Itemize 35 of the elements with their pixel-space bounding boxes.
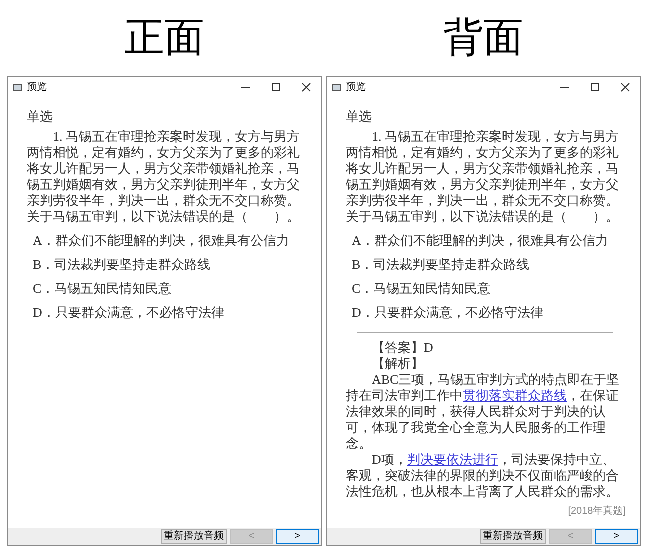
replay-audio-button[interactable]: 重新播放音频 (480, 529, 546, 544)
minimize-icon[interactable] (241, 86, 250, 88)
maximize-icon[interactable] (272, 83, 280, 91)
question-text: 1. 马锡五在审理抢亲案时发现，女方与男方两情相悦，定有婚约，女方父亲为了更多的彩礼将女儿许配另一人，男方父亲带领婚礼抢亲，马锡五判婚姻有效，男方父亲判徒刑半年，女方父亲判劳役半年，判决一出，群众无不交口称赞。关于马锡五审判，以下说法错误的是（ ）。 (346, 129, 620, 225)
replay-audio-button[interactable]: 重新播放音频 (161, 529, 227, 544)
window-icon (13, 84, 22, 90)
window-title: 预览 (346, 80, 366, 94)
minimize-icon[interactable] (560, 86, 569, 88)
maximize-icon[interactable] (591, 83, 599, 91)
close-icon[interactable] (621, 82, 630, 92)
answer-option[interactable]: D．只要群众满意，不必恪守法律 (33, 305, 307, 323)
analysis-paragraph: D项，判决要依法进行，司法要保持中立、客观，突破法律的界限的判决不仅面临严峻的合法性危机，也从根本上背离了人民群众的需求。 (346, 452, 620, 500)
window-title: 预览 (27, 80, 47, 94)
analysis-link[interactable]: 判决要依法进行 (407, 452, 498, 467)
window-icon (332, 84, 341, 90)
question-type-label: 单选 (346, 109, 373, 125)
question-text: 1. 马锡五在审理抢亲案时发现，女方与男方两情相悦，定有婚约，女方父亲为了更多的彩礼将女儿许配另一人，男方父亲带领婚礼抢亲，马锡五判婚姻有效，男方父亲判徒刑半年，女方父亲判劳役半年，判决一出，群众无不交口称赞。关于马锡五审判，以下说法错误的是（ ）。 (27, 129, 301, 225)
answer-option[interactable]: B．司法裁判要坚持走群众路线 (352, 257, 626, 275)
answer-option[interactable]: C．马锡五知民情知民意 (33, 281, 307, 299)
close-icon[interactable] (302, 82, 311, 92)
answer-option[interactable]: B．司法裁判要坚持走群众路线 (33, 257, 307, 275)
answer-option[interactable]: C．马锡五知民情知民意 (352, 281, 626, 299)
analysis-paragraph: ABC三项，马锡五审判方式的特点即在于坚持在司法审判工作中贯彻落实群众路线，在保证法律效果的同时，获得人民群众对于判决的认可，体现了我党全心全意为人民服务的工作理念。 (346, 372, 621, 452)
panel-heading: 背面 (444, 18, 524, 58)
answer-option[interactable]: A．群众们不能理解的判决，很难具有公信力 (352, 233, 626, 251)
question-type-label: 单选 (27, 109, 54, 125)
analysis-link[interactable]: 贯彻落实群众路线 (463, 388, 567, 403)
source-label: [2018年真题] (568, 504, 626, 519)
panel-heading: 正面 (124, 18, 204, 58)
answer-option[interactable]: A．群众们不能理解的判决，很难具有公信力 (33, 233, 307, 251)
answer-line: 【答案】D (372, 340, 434, 356)
next-button[interactable]: > (595, 529, 638, 544)
next-button[interactable]: > (276, 529, 319, 544)
analysis-label: 【解析】 (372, 356, 425, 372)
answer-option[interactable]: D．只要群众满意，不必恪守法律 (352, 305, 626, 323)
